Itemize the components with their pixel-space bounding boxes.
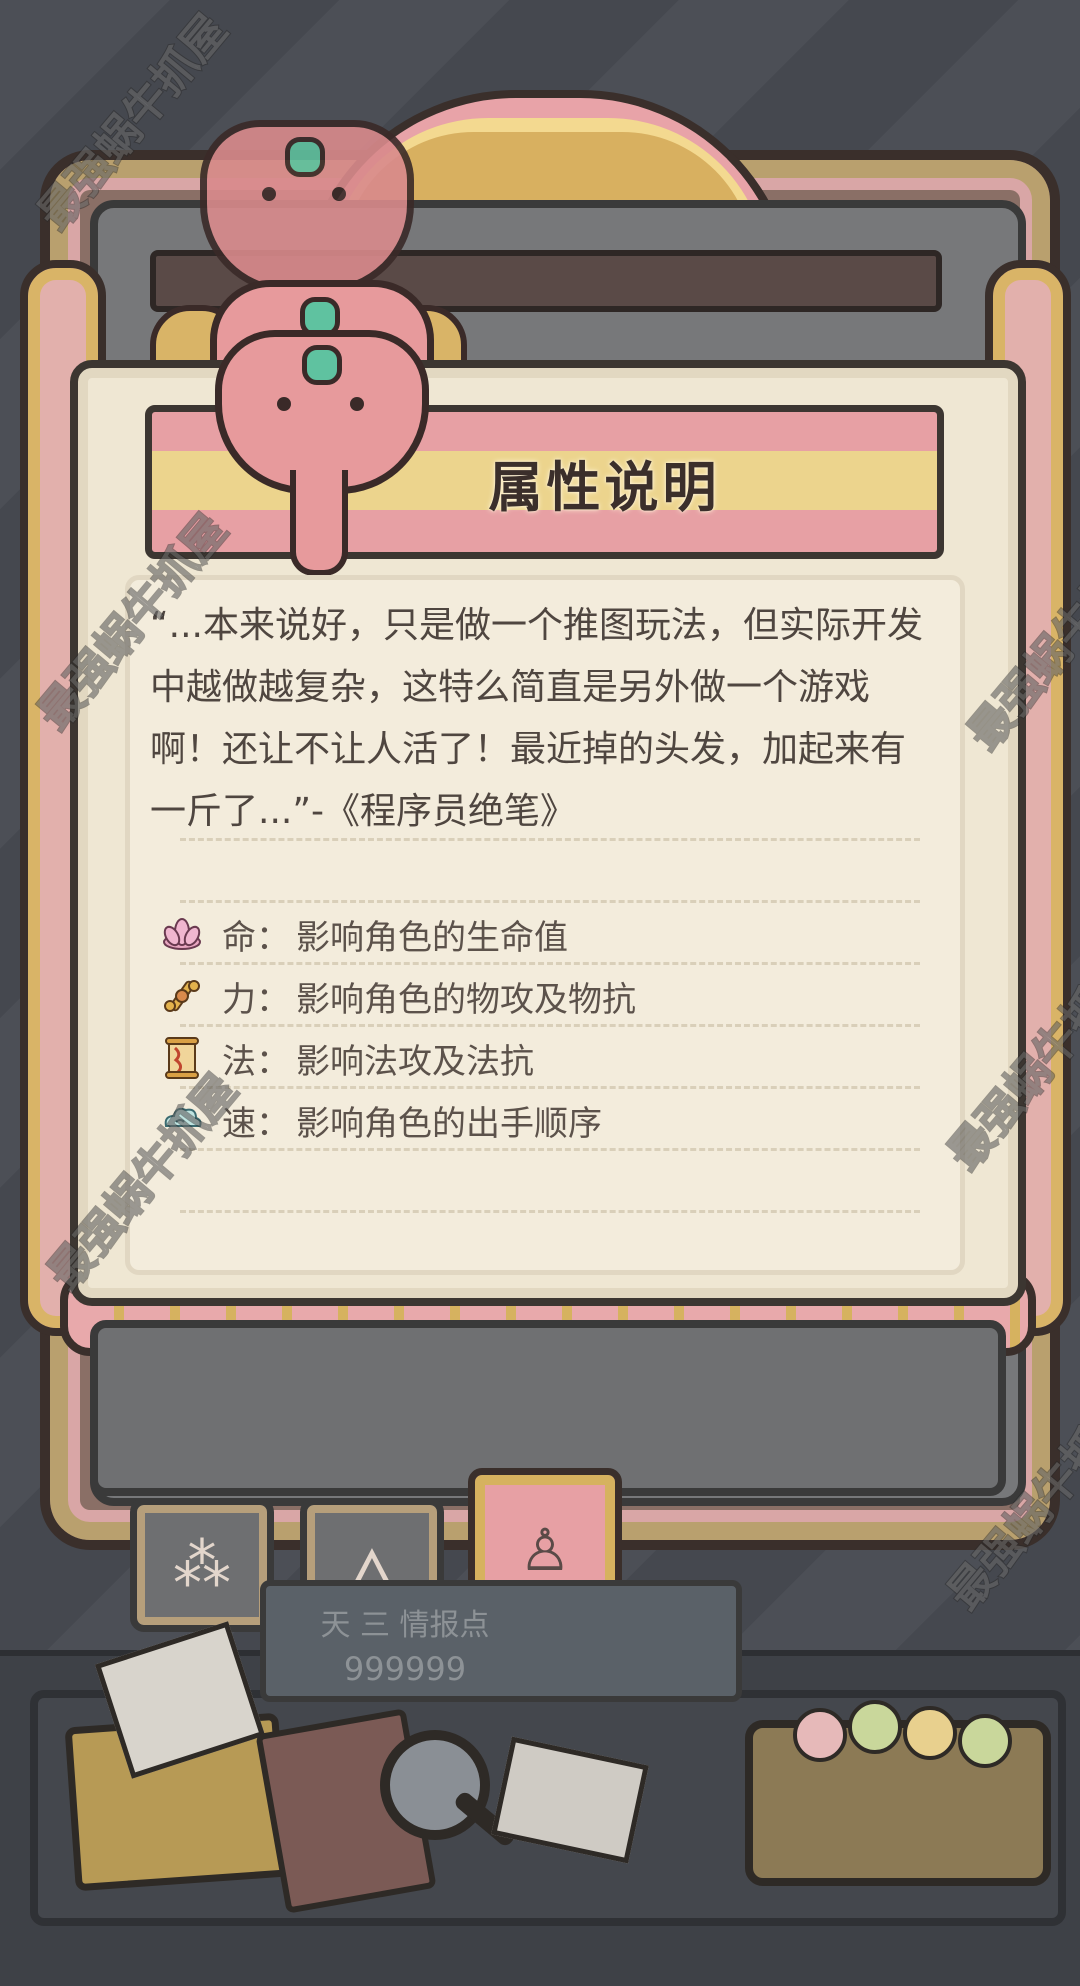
fruit bbox=[958, 1714, 1012, 1768]
attribute-row-speed: 速： 影响角色的出手顺序 bbox=[160, 1090, 920, 1150]
intel-points-value: 999999 bbox=[343, 1650, 467, 1688]
paper-rule bbox=[180, 838, 920, 841]
paper-rule bbox=[180, 900, 920, 903]
attribute-row-strength: 力： 影响角色的物攻及物抗 bbox=[160, 966, 920, 1026]
vajra-icon bbox=[164, 980, 200, 1012]
elephant-eye bbox=[332, 187, 346, 201]
fruit-basket bbox=[745, 1700, 1051, 1886]
intel-points-label: 天 三 情报点 bbox=[320, 1608, 490, 1643]
paper-rule bbox=[180, 1210, 920, 1213]
lotus-icon bbox=[163, 918, 201, 950]
fruit bbox=[848, 1700, 902, 1754]
elephant-gem bbox=[285, 137, 325, 177]
tab-prayer-beads[interactable]: ⁂ bbox=[130, 1498, 274, 1632]
fruit bbox=[793, 1708, 847, 1762]
attribute-desc: 影响角色的物攻及物抗 bbox=[296, 979, 636, 1020]
attribute-key: 法： bbox=[222, 1041, 290, 1082]
attribute-row-magic: 法： 影响法攻及法抗 bbox=[160, 1028, 920, 1088]
magnifier-icon bbox=[380, 1730, 490, 1840]
attribute-desc: 影响角色的生命值 bbox=[296, 917, 568, 958]
attribute-desc: 影响法攻及法抗 bbox=[296, 1041, 534, 1082]
elephant-gem bbox=[302, 345, 342, 385]
prayer-beads-icon: ⁂ bbox=[173, 1531, 231, 1599]
elephant-trunk bbox=[290, 470, 348, 576]
flavor-quote: “...本来说好，只是做一个推图玩法，但实际开发中越做越复杂，这特么简直是另外做… bbox=[150, 605, 923, 832]
attribute-desc: 影响角色的出手顺序 bbox=[296, 1103, 602, 1144]
attribute-row-life: 命： 影响角色的生命值 bbox=[160, 904, 920, 964]
elephant-eye bbox=[277, 397, 291, 411]
elephant-head-back bbox=[200, 120, 414, 294]
elephant-eye bbox=[262, 187, 276, 201]
attribute-key: 命： bbox=[222, 917, 290, 958]
attribute-key: 力： bbox=[222, 979, 290, 1020]
fruit bbox=[903, 1706, 957, 1760]
elephant-eye bbox=[350, 397, 364, 411]
